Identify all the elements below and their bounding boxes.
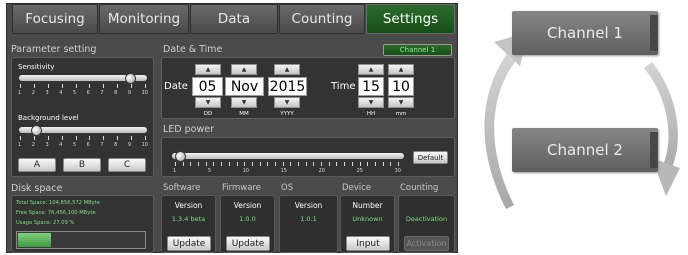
- software-title: Software: [163, 183, 201, 193]
- led-power-slider-handle[interactable]: [175, 151, 186, 162]
- day-field[interactable]: 05: [192, 77, 223, 96]
- sensitivity-slider-handle[interactable]: [125, 73, 136, 84]
- minute-field[interactable]: 10: [388, 77, 414, 96]
- month-up-button[interactable]: ▲: [231, 64, 257, 75]
- counting-activation-button[interactable]: Activation: [404, 236, 449, 251]
- background-slider-handle[interactable]: [31, 125, 42, 136]
- preset-a-button[interactable]: A: [18, 158, 56, 172]
- preset-c-button[interactable]: C: [108, 158, 146, 172]
- device-title: Device: [342, 183, 372, 193]
- channel-1-button[interactable]: Channel 1: [512, 11, 658, 55]
- firmware-version-value: 1.0.0: [239, 215, 256, 223]
- channel-2-button[interactable]: Channel 2: [512, 128, 658, 172]
- firmware-update-button[interactable]: Update: [226, 236, 270, 251]
- preset-b-button[interactable]: B: [63, 158, 101, 172]
- disk-total-text: Total Space: 104,856,572 MByte: [16, 200, 100, 206]
- device-input-button[interactable]: Input: [346, 236, 390, 251]
- date-time-title: Date & Time: [163, 44, 223, 55]
- year-up-button[interactable]: ▲: [274, 64, 300, 75]
- day-sub-label: DD: [203, 111, 213, 117]
- software-version-label: Version: [174, 201, 203, 210]
- hour-up-button[interactable]: ▲: [358, 64, 384, 75]
- disk-usage-bar: [16, 231, 146, 249]
- led-default-button[interactable]: Default: [413, 151, 448, 164]
- counting-title: Counting: [400, 183, 439, 193]
- disk-usage-text: Usage Space: 27.09 %: [16, 220, 75, 226]
- minute-up-button[interactable]: ▲: [388, 64, 414, 75]
- minute-down-button[interactable]: ▼: [388, 97, 414, 108]
- background-scale: 123 456 789 10: [18, 142, 148, 148]
- sensitivity-label: Sensitivity: [18, 63, 55, 71]
- date-label: Date: [164, 81, 188, 92]
- disk-space-title: Disk space: [11, 183, 63, 194]
- background-level-label: Background level: [18, 114, 79, 122]
- disk-usage-fill: [18, 233, 51, 247]
- os-version-label: Version: [294, 201, 323, 210]
- year-down-button[interactable]: ▼: [274, 97, 300, 108]
- tab-data[interactable]: Data: [190, 4, 278, 34]
- tab-monitoring[interactable]: Monitoring: [99, 4, 189, 34]
- parameter-setting-title: Parameter setting: [11, 44, 97, 55]
- background-ticks: [20, 136, 146, 140]
- device-number-value: Unknown: [352, 215, 383, 223]
- device-number-label: Number: [352, 201, 383, 210]
- sensitivity-scale: 123 456 789 10: [18, 90, 148, 96]
- os-version-value: 1.0.1: [300, 215, 317, 223]
- tab-counting[interactable]: Counting: [279, 4, 365, 34]
- sensitivity-ticks: [20, 84, 146, 88]
- hour-field[interactable]: 15: [358, 77, 384, 96]
- year-field[interactable]: 2015: [268, 77, 307, 96]
- day-down-button[interactable]: ▼: [195, 97, 221, 108]
- minute-sub-label: mm: [395, 111, 407, 117]
- tab-focusing[interactable]: Focusing: [12, 4, 98, 34]
- hour-sub-label: HH: [366, 111, 376, 117]
- counting-status: Deactivation: [405, 215, 448, 223]
- firmware-title: Firmware: [222, 183, 261, 193]
- year-sub-label: YYYY: [280, 111, 294, 117]
- time-label: Time: [331, 81, 356, 92]
- led-power-scale: 1 5 10 15 20 25 30: [173, 168, 401, 174]
- channel-badge[interactable]: Channel 1: [383, 44, 452, 56]
- disk-free-text: Free Space: 76,456,100 MByte: [16, 210, 96, 216]
- day-up-button[interactable]: ▲: [195, 64, 221, 75]
- hour-down-button[interactable]: ▼: [358, 97, 384, 108]
- software-version-value: 1.3.4 beta: [171, 215, 206, 223]
- month-sub-label: MM: [239, 111, 249, 117]
- software-update-button[interactable]: Update: [167, 236, 211, 251]
- firmware-version-label: Version: [233, 201, 262, 210]
- month-down-button[interactable]: ▼: [231, 97, 257, 108]
- led-power-title: LED power: [163, 124, 214, 135]
- month-field[interactable]: Nov: [225, 77, 264, 96]
- led-power-ticks: [175, 162, 399, 166]
- led-power-slider-track[interactable]: [172, 153, 404, 159]
- tab-settings[interactable]: Settings: [366, 4, 455, 34]
- os-title: OS: [281, 183, 294, 193]
